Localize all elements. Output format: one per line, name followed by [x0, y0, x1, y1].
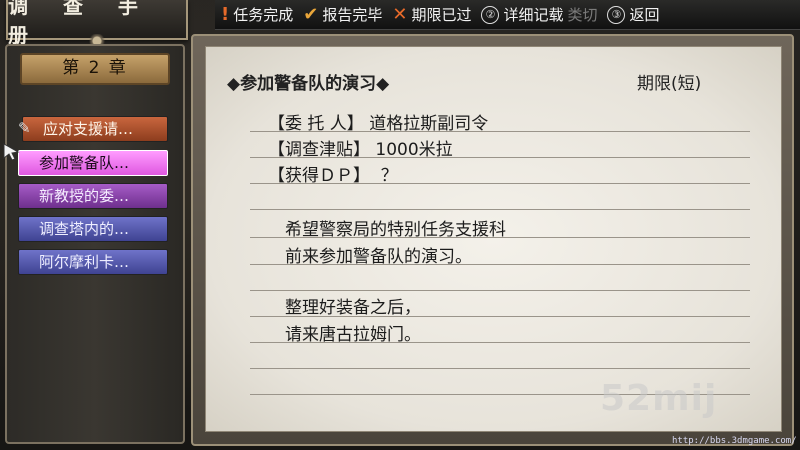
button-2-icon: ② [481, 5, 500, 24]
body-line-3: 整理好装备之后， [285, 298, 421, 318]
divider-line [250, 157, 750, 158]
button-3-icon: ③ [607, 5, 626, 24]
divider-line [250, 342, 750, 343]
divider-line [250, 264, 750, 265]
divider-line [250, 237, 750, 238]
deadline-label: 期限(短) [637, 74, 702, 94]
cross-icon: ✕ [392, 3, 408, 25]
document-title: ◆参加警备队的演习◆ [227, 74, 390, 94]
divider-line [250, 290, 750, 291]
watermark-url: http://bbs.3dmgame.com/ [672, 436, 797, 446]
legend-complete: ! 任务完成 [221, 4, 293, 25]
divider-line [250, 131, 750, 132]
page-title: 调 查 手 册 [6, 0, 188, 48]
mission-label: 应对支援请… [43, 120, 134, 138]
detail-label: 详细记载 [503, 6, 564, 24]
legend-expired: ✕ 期限已过 [392, 4, 471, 25]
legend-expired-label: 期限已过 [411, 6, 472, 24]
legend-reported: ✔ 报告完毕 [303, 4, 382, 25]
mission-list-panel [5, 44, 185, 444]
pointer-hand-icon [3, 143, 20, 160]
mission-label: 参加警备队… [39, 154, 130, 172]
divider-line [250, 368, 750, 369]
detail-button[interactable]: ② 详细记载 类切 [481, 4, 597, 25]
back-button[interactable]: ③ 返回 [607, 4, 660, 25]
mission-label: 阿尔摩利卡… [39, 253, 130, 271]
divider-line [250, 183, 750, 184]
divider-line [250, 209, 750, 210]
exclamation-icon: ! [221, 3, 230, 25]
mission-label: 调查塔内的… [39, 220, 130, 238]
watermark: 52mij [600, 378, 718, 419]
mission-item-1-selected[interactable]: 参加警备队… [18, 150, 168, 176]
legend-complete-label: 任务完成 [233, 6, 294, 24]
back-label: 返回 [629, 6, 660, 24]
mission-item-3[interactable]: 调查塔内的… [18, 216, 168, 242]
legend-reported-label: 报告完毕 [322, 6, 383, 24]
mission-item-4[interactable]: 阿尔摩利卡… [18, 249, 168, 275]
faded-label: 类切 [567, 6, 598, 24]
mission-item-2[interactable]: 新教授的委… [18, 183, 168, 209]
divider-line [250, 316, 750, 317]
chapter-label: 第 2 章 [20, 53, 170, 85]
mission-label: 新教授的委… [39, 187, 130, 205]
button-legend-bar: ! 任务完成 ✔ 报告完毕 ✕ 期限已过 ② 详细记载 类切 ③ 返回 [215, 0, 800, 30]
pen-icon: ✎ [18, 119, 31, 137]
checkmark-icon: ✔ [303, 3, 319, 25]
mission-item-0[interactable]: 应对支援请… [22, 116, 168, 142]
